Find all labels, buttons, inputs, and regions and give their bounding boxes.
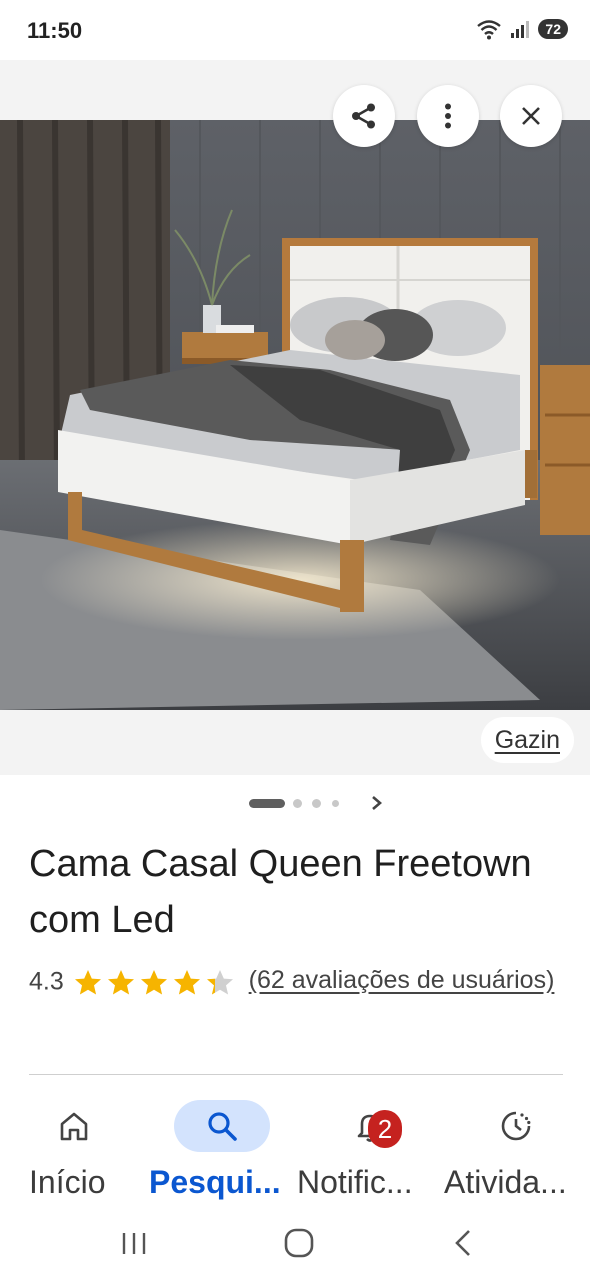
divider xyxy=(29,1074,563,1075)
more-vert-icon xyxy=(445,103,451,129)
share-icon xyxy=(352,103,375,129)
close-button[interactable] xyxy=(500,85,562,147)
status-time: 11:50 xyxy=(27,18,83,43)
star-icon xyxy=(140,969,167,995)
pager-dot[interactable] xyxy=(312,799,321,808)
pager-dot[interactable] xyxy=(332,800,339,807)
source-label: Gazin xyxy=(494,725,560,754)
source-link[interactable]: Gazin xyxy=(480,717,574,763)
chevron-right-icon[interactable] xyxy=(366,791,388,815)
home-circle-icon[interactable] xyxy=(282,1226,316,1260)
signal-icon xyxy=(511,21,530,38)
rating-value: 4.3 xyxy=(29,967,64,996)
nav-label: Notific... xyxy=(297,1164,413,1200)
nav-label: Início xyxy=(29,1164,106,1200)
nav-item-inicio[interactable]: Início xyxy=(0,1098,148,1206)
product-title: Cama Casal Queen Freetown com Led xyxy=(29,843,532,941)
notification-badge: 2 xyxy=(368,1110,402,1148)
star-rating xyxy=(73,957,238,1005)
star-icon xyxy=(173,969,200,995)
close-icon xyxy=(522,107,540,125)
image-pager xyxy=(0,790,590,816)
bed-photo xyxy=(0,120,590,710)
nav-label: Pesqui... xyxy=(149,1164,281,1200)
reviews-link[interactable]: (62 avaliações de usuários) xyxy=(249,966,555,994)
status-icons: 72 xyxy=(476,18,568,40)
pager-dot-active[interactable] xyxy=(249,799,285,808)
product-image[interactable] xyxy=(0,120,590,710)
star-icon xyxy=(107,969,134,995)
nav-item-pesquisar[interactable]: Pesqui... xyxy=(148,1098,296,1206)
rating-row: 4.3 (62 avaliações de usuários) xyxy=(29,956,569,1005)
nav-item-notificacoes[interactable]: Notific... xyxy=(296,1098,444,1206)
system-navigation xyxy=(0,1206,590,1280)
search-icon xyxy=(208,1112,237,1141)
home-icon xyxy=(60,1112,88,1141)
bottom-nav: Início Pesqui... Notific... Ativida... 2 xyxy=(0,1098,590,1206)
pager-dot[interactable] xyxy=(293,799,302,808)
status-bar: 11:50 72 xyxy=(0,0,590,60)
star-icon xyxy=(206,969,233,995)
more-options-button[interactable] xyxy=(417,85,479,147)
nav-item-atividade[interactable]: Ativida... xyxy=(444,1098,590,1206)
recents-icon[interactable] xyxy=(117,1226,151,1260)
wifi-icon xyxy=(477,20,502,40)
nav-label: Ativida... xyxy=(444,1164,567,1200)
star-icon xyxy=(74,969,101,995)
battery-icon: 72 xyxy=(538,19,568,39)
back-icon[interactable] xyxy=(447,1226,481,1260)
history-icon xyxy=(501,1111,531,1141)
share-button[interactable] xyxy=(333,85,395,147)
